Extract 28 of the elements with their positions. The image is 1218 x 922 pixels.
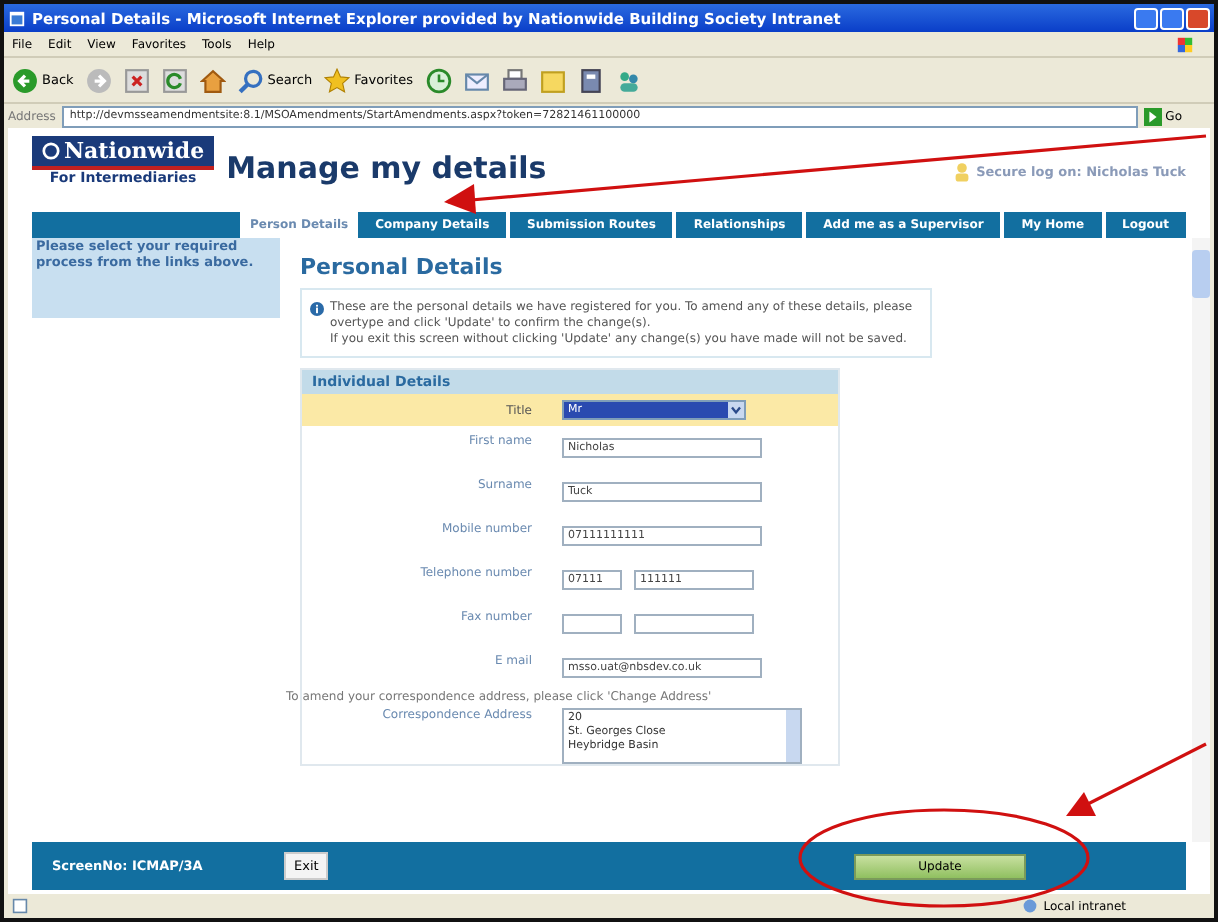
caret-icon <box>728 402 744 419</box>
page-title: Manage my details <box>226 150 547 186</box>
folder-icon[interactable] <box>539 67 565 93</box>
minimize-button[interactable] <box>1134 7 1158 29</box>
input-field[interactable] <box>634 614 754 635</box>
refresh-icon[interactable] <box>161 67 188 93</box>
mail-icon[interactable] <box>463 67 489 93</box>
book-icon[interactable] <box>577 67 603 93</box>
section-title: Personal Details <box>300 254 505 280</box>
people-icon[interactable] <box>615 67 641 93</box>
page-icon <box>12 898 28 914</box>
input-field[interactable] <box>562 614 622 635</box>
person-icon <box>954 162 971 182</box>
windows-logo-icon <box>1176 35 1194 53</box>
annotation-arrow <box>1066 742 1207 816</box>
star-icon <box>324 67 351 93</box>
maximize-button[interactable] <box>1160 7 1184 29</box>
home-icon[interactable] <box>199 67 226 93</box>
browser-icon <box>8 9 26 27</box>
vertical-scrollbar[interactable] <box>1192 238 1210 842</box>
history-icon[interactable] <box>425 67 451 93</box>
search-icon <box>237 67 264 93</box>
info-icon <box>310 302 324 316</box>
print-icon[interactable] <box>501 67 527 93</box>
forward-icon[interactable] <box>85 67 112 93</box>
close-button[interactable] <box>1186 7 1210 29</box>
stop-icon[interactable] <box>123 67 150 93</box>
intranet-icon <box>1021 898 1038 914</box>
